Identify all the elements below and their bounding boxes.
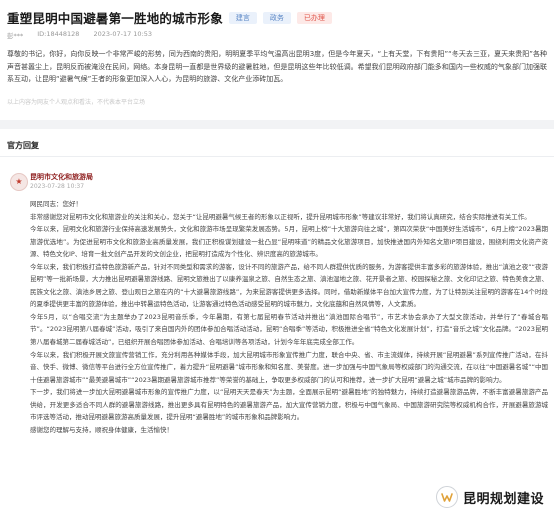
reply-paragraph: 网民同志：您好！ bbox=[30, 200, 82, 208]
question-body: 尊敬的书记，你好，向你反映一个非常严峻的形势，同为西南的贵阳，明明夏季平均气温高… bbox=[7, 50, 547, 83]
tag-suggestion: 建言 bbox=[228, 11, 257, 24]
reply-paragraph: 非常感谢您对昆明市文化和旅游业的关注和关心，您关于“让昆明避暑气候王者的形象以正… bbox=[30, 212, 531, 221]
emblem-icon: ★ bbox=[15, 177, 23, 186]
message-id: ID:18448128 bbox=[37, 30, 80, 38]
watermark-text: 昆明规划建设 bbox=[463, 491, 545, 507]
question-meta: 彭*** ID:18448128 2023-07-17 10:53 bbox=[7, 30, 152, 40]
tag-government: 政务 bbox=[262, 11, 291, 24]
status-badge: 已办理 bbox=[296, 11, 332, 24]
official-reply-heading: 官方回复 bbox=[7, 141, 39, 150]
avatar: ★ bbox=[10, 173, 28, 191]
section-underline bbox=[0, 156, 554, 157]
reply-paragraph: 今年以来，昆明文化和旅游行业保持高速发展势头，文化和旅游市场呈现繁荣发展态势。5… bbox=[30, 225, 548, 259]
section-divider bbox=[0, 120, 554, 129]
reply-paragraph: 下一步，我们将进一步加大昆明避暑城市形象的宣传推广力度，以“昆明天天是春天”为主… bbox=[30, 388, 548, 422]
reply-paragraph: 今年5月，以“合唱交流”为主题举办了2023昆明音乐季，今年暑期，有第七届昆明春… bbox=[30, 312, 548, 347]
watermark: 昆明规划建设 bbox=[436, 486, 544, 508]
title-row: 重塑昆明中国避暑第一胜地的城市形象 建言 政务 已办理 bbox=[7, 8, 332, 27]
wechat-channel-icon bbox=[436, 486, 458, 508]
reply-paragraph: 今年以来，我们积极开展文旅宣传营销工作，充分利用各种媒体手段，加大昆明城市形象宣… bbox=[30, 350, 548, 384]
author-name: 彭*** bbox=[7, 32, 24, 40]
disclaimer: 以上内容为网友个人观点和看法，不代表本平台立场 bbox=[7, 99, 146, 106]
reply-body: 网民同志：您好！ 非常感谢您对昆明市文化和旅游业的关注和关心，您关于“让昆明避暑… bbox=[30, 198, 548, 436]
reply-paragraph: 感谢您的理解与支持，顺祝身体健康，生活愉快！ bbox=[30, 425, 173, 434]
reply-paragraph: 今年以来，我们积极打造特色旅游新产品，针对不同类型和需求的游客，设计不同的旅游产… bbox=[30, 262, 548, 309]
page: 重塑昆明中国避暑第一胜地的城市形象 建言 政务 已办理 彭*** ID:1844… bbox=[0, 0, 554, 515]
question-time: 2023-07-17 10:53 bbox=[93, 30, 153, 38]
department-name: 昆明市文化和旅游局 bbox=[30, 173, 93, 181]
reply-time: 2023-07-28 10:37 bbox=[30, 183, 85, 190]
page-title: 重塑昆明中国避暑第一胜地的城市形象 bbox=[7, 11, 223, 26]
